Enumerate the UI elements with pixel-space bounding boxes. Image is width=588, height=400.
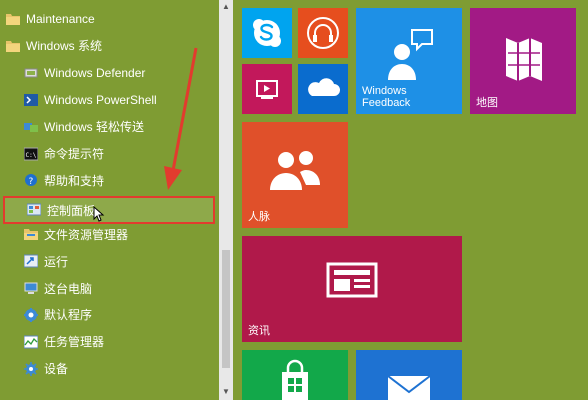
powershell-icon: [24, 93, 38, 107]
app-list-item[interactable]: 默认程序: [0, 302, 218, 328]
app-list-item[interactable]: C:\ 命令提示符: [0, 141, 218, 167]
control-panel-icon: [27, 203, 41, 217]
app-list-item-label: Maintenance: [26, 12, 95, 26]
maps-tile[interactable]: 地图: [470, 8, 576, 114]
svg-text:?: ?: [29, 177, 34, 187]
scroll-thumb[interactable]: [222, 250, 230, 368]
app-list-scrollbar[interactable]: ▲ ▼: [219, 0, 233, 400]
app-list-item[interactable]: 控制面板: [3, 196, 215, 224]
app-list-item-label: 默认程序: [44, 308, 93, 323]
app-list-item-label: 帮助和支持: [44, 173, 105, 188]
defender-icon: [24, 66, 38, 80]
scroll-down-arrow-icon[interactable]: ▼: [222, 388, 230, 396]
svg-text:C:\: C:\: [26, 152, 37, 159]
scroll-up-arrow-icon[interactable]: ▲: [222, 3, 230, 11]
video-icon: [256, 80, 278, 99]
app-list-item-label: 控制面板: [47, 203, 96, 218]
app-list-item-label: 文件资源管理器: [44, 227, 129, 242]
app-list-item[interactable]: 这台电脑: [0, 275, 218, 301]
easy-transfer-icon: [24, 120, 38, 134]
store-tile[interactable]: [242, 350, 348, 400]
news-icon: [326, 262, 378, 298]
cmd-icon: C:\: [24, 147, 38, 161]
default-programs-icon: [24, 307, 38, 322]
music-tile[interactable]: [298, 8, 348, 58]
news-label: 资讯: [248, 325, 270, 337]
app-list-item-label: Windows PowerShell: [44, 92, 157, 107]
app-list-item-label: 这台电脑: [44, 281, 93, 296]
people-label: 人脉: [248, 211, 270, 223]
app-list-item-label: 命令提示符: [44, 147, 105, 161]
app-list-item[interactable]: Maintenance: [0, 6, 218, 32]
app-list-item[interactable]: 任务管理器: [0, 329, 218, 355]
store-bag-icon: [282, 359, 308, 400]
people-tile[interactable]: 人脉: [242, 122, 348, 228]
headphones-icon: [307, 17, 339, 49]
mail-envelope-icon: [387, 375, 431, 400]
app-list-item-label: Windows Defender: [44, 65, 146, 80]
help-icon: ?: [24, 173, 38, 187]
video-tile[interactable]: [242, 64, 292, 114]
app-list-item-label: 设备: [44, 362, 69, 377]
app-list-item-label: Windows 系统: [26, 39, 103, 54]
app-list-item[interactable]: Windows PowerShell: [0, 87, 218, 113]
start-tiles-pane: Windows Feedback 地图 人脉 资讯: [234, 0, 588, 400]
cloud-icon: [308, 78, 340, 96]
app-list-item-label: 任务管理器: [44, 335, 105, 350]
mouse-cursor-icon: [93, 206, 105, 222]
folder-icon: [6, 12, 20, 26]
start-menu-app-list-pane: Maintenance Windows 系统 Windows Defender Win…: [0, 0, 234, 400]
task-manager-icon: [24, 335, 38, 349]
app-list-item[interactable]: Windows 系统: [0, 33, 218, 59]
onedrive-tile[interactable]: [298, 64, 348, 114]
app-list-item-label: 运行: [44, 254, 69, 269]
maps-label: 地图: [476, 97, 498, 109]
app-list-item[interactable]: ? 帮助和支持: [0, 167, 218, 193]
folder-icon: [6, 39, 20, 53]
app-list-item[interactable]: 文件资源管理器: [0, 221, 218, 247]
devices-icon: [24, 361, 38, 376]
file-explorer-icon: [24, 227, 38, 241]
app-list-item[interactable]: Windows Defender: [0, 60, 218, 86]
news-tile[interactable]: 资讯: [242, 236, 462, 342]
skype-tile[interactable]: [242, 8, 292, 58]
this-pc-icon: [24, 281, 38, 295]
app-list-item[interactable]: 运行: [0, 248, 218, 274]
run-icon: [24, 254, 38, 268]
app-list-item[interactable]: 设备: [0, 356, 218, 382]
windows-feedback-label: Windows Feedback: [362, 85, 411, 109]
app-list-item[interactable]: Windows 轻松传送: [0, 114, 218, 140]
mail-tile[interactable]: [356, 350, 462, 400]
skype-icon: [253, 19, 281, 47]
windows-feedback-tile[interactable]: Windows Feedback: [356, 8, 462, 114]
app-list-item-label: Windows 轻松传送: [44, 120, 145, 135]
